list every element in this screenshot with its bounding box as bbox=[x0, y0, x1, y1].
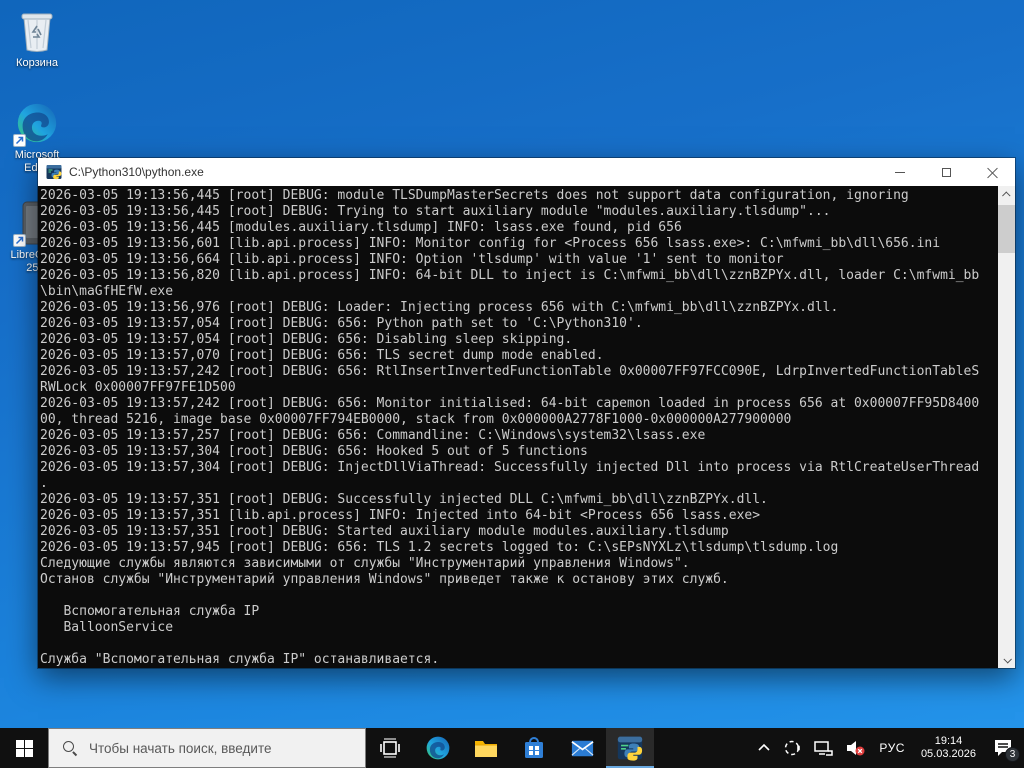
scroll-down-button[interactable] bbox=[998, 651, 1015, 668]
tray-volume-button[interactable] bbox=[839, 728, 871, 768]
minimize-icon bbox=[895, 171, 905, 173]
window-titlebar[interactable]: C:\Python310\python.exe bbox=[38, 158, 1015, 186]
chevron-up-icon bbox=[758, 743, 770, 751]
clock-time: 19:14 bbox=[934, 735, 963, 747]
task-view-icon bbox=[380, 738, 400, 758]
search-placeholder: Чтобы начать поиск, введите bbox=[89, 740, 272, 756]
scroll-up-button[interactable] bbox=[998, 186, 1015, 203]
edge-taskbar-button[interactable] bbox=[414, 728, 462, 768]
store-button[interactable] bbox=[510, 728, 558, 768]
vertical-scrollbar[interactable] bbox=[998, 186, 1015, 668]
window-title: C:\Python310\python.exe bbox=[69, 165, 204, 179]
chevron-up-icon bbox=[1001, 190, 1011, 200]
console-window: C:\Python310\python.exe 2026-03-05 19:13… bbox=[38, 158, 1015, 668]
taskbar: Чтобы начать поиск, введите РУС 19:14 05… bbox=[0, 728, 1024, 768]
desktop-icon-recycle-bin[interactable]: Корзина bbox=[1, 8, 73, 70]
start-button[interactable] bbox=[0, 728, 48, 768]
notification-badge: 3 bbox=[1005, 747, 1020, 762]
scrollbar-thumb[interactable] bbox=[998, 205, 1015, 253]
clock-date: 05.03.2026 bbox=[920, 748, 976, 760]
mail-button[interactable] bbox=[558, 728, 606, 768]
tray-network-button[interactable] bbox=[807, 728, 839, 768]
search-icon bbox=[62, 740, 78, 756]
windows-logo-icon bbox=[15, 739, 33, 757]
clock[interactable]: 19:14 05.03.2026 bbox=[913, 728, 984, 768]
search-input[interactable]: Чтобы начать поиск, введите bbox=[48, 728, 366, 768]
volume-muted-icon bbox=[847, 741, 865, 756]
task-view-button[interactable] bbox=[366, 728, 414, 768]
language-indicator[interactable]: РУС bbox=[871, 728, 913, 768]
shortcut-arrow-icon bbox=[13, 234, 26, 247]
python-console-icon bbox=[46, 164, 62, 180]
minimize-button[interactable] bbox=[877, 158, 923, 186]
python-console-icon bbox=[617, 736, 643, 761]
edge-icon bbox=[426, 736, 450, 760]
maximize-icon bbox=[941, 167, 951, 177]
sync-icon bbox=[785, 740, 801, 756]
console-log-text: 2026-03-05 19:13:56,445 [root] DEBUG: mo… bbox=[40, 188, 980, 667]
store-icon bbox=[525, 737, 543, 758]
tray-sync-button[interactable] bbox=[777, 728, 807, 768]
mail-icon bbox=[570, 740, 594, 756]
edge-icon bbox=[13, 100, 60, 147]
console-output-area: 2026-03-05 19:13:56,445 [root] DEBUG: mo… bbox=[38, 186, 1015, 668]
desktop-icon-label: Корзина bbox=[16, 57, 58, 69]
file-explorer-button[interactable] bbox=[462, 728, 510, 768]
close-button[interactable] bbox=[969, 158, 1015, 186]
recycle-bin-icon bbox=[14, 8, 60, 54]
close-icon bbox=[987, 167, 998, 178]
maximize-button[interactable] bbox=[923, 158, 969, 186]
action-center-button[interactable]: 3 bbox=[984, 728, 1024, 768]
network-icon bbox=[814, 741, 834, 756]
file-explorer-icon bbox=[475, 741, 497, 757]
chevron-down-icon bbox=[1002, 654, 1012, 664]
python-console-taskbar-button[interactable] bbox=[606, 728, 654, 768]
shortcut-arrow-icon bbox=[13, 134, 26, 147]
tray-chevron-button[interactable] bbox=[751, 728, 777, 768]
